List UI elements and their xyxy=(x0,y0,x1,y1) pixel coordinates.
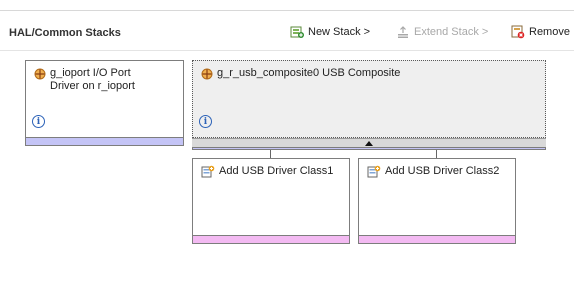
toolbar-divider xyxy=(0,50,574,51)
add-usb-driver-class1-card[interactable]: Add USB Driver Class1 xyxy=(192,158,350,244)
module-status-bar xyxy=(192,148,546,150)
add-usb-class2-header: Add USB Driver Class2 xyxy=(359,159,515,178)
add-usb-class1-header: Add USB Driver Class1 xyxy=(193,159,349,178)
ioport-header: g_ioport I/O Port Driver on r_ioport xyxy=(26,61,183,93)
stacks-toolbar: HAL/Common Stacks New Stack > Extend Sta… xyxy=(0,0,574,62)
component-icon xyxy=(34,68,46,80)
add-status-bar xyxy=(359,235,515,243)
info-icon[interactable]: i xyxy=(199,115,212,128)
component-icon xyxy=(201,68,213,80)
add-usb-class2-label: Add USB Driver Class2 xyxy=(385,165,500,177)
remove-label: Remove xyxy=(529,26,570,38)
info-icon[interactable]: i xyxy=(32,115,45,128)
add-usb-class1-label: Add USB Driver Class1 xyxy=(219,165,334,177)
new-stack-label: New Stack > xyxy=(308,26,371,38)
connector-line xyxy=(270,150,271,158)
extend-stack-icon xyxy=(396,25,410,39)
top-divider xyxy=(0,10,574,11)
new-stack-icon xyxy=(290,25,304,39)
usb-composite-header: g_r_usb_composite0 USB Composite xyxy=(193,61,545,80)
add-component-icon xyxy=(367,165,381,178)
add-usb-driver-class2-card[interactable]: Add USB Driver Class2 xyxy=(358,158,516,244)
collapse-toggle[interactable] xyxy=(192,138,546,148)
extend-stack-label: Extend Stack > xyxy=(414,26,489,38)
collapse-up-icon xyxy=(365,140,373,146)
add-status-bar xyxy=(193,235,349,243)
add-component-icon xyxy=(201,165,215,178)
usb-composite-label: g_r_usb_composite0 USB Composite xyxy=(217,67,401,79)
remove-button[interactable]: Remove xyxy=(511,24,570,40)
ioport-label: g_ioport I/O Port Driver on r_ioport xyxy=(50,67,135,92)
ioport-stack-card[interactable]: g_ioport I/O Port Driver on r_ioport i xyxy=(25,60,184,146)
connector-line xyxy=(436,150,437,158)
module-status-bar xyxy=(26,137,183,145)
extend-stack-button[interactable]: Extend Stack > xyxy=(396,24,488,40)
page-title: HAL/Common Stacks xyxy=(9,27,121,39)
remove-icon xyxy=(511,25,525,39)
new-stack-button[interactable]: New Stack > xyxy=(290,24,370,40)
usb-composite-stack-card[interactable]: g_r_usb_composite0 USB Composite i xyxy=(192,60,546,138)
